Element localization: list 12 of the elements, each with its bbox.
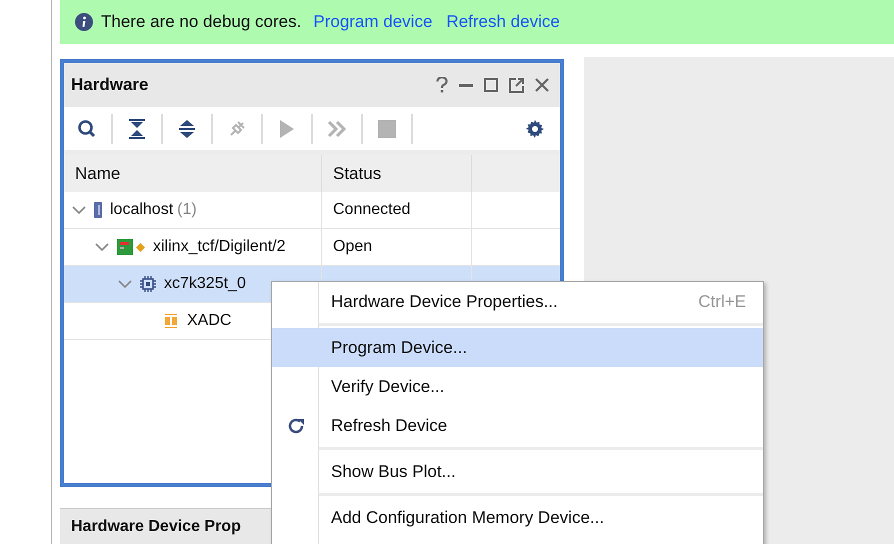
panel-title: Hardware Device Prop: [71, 516, 241, 536]
tree-label: xc7k325t_0: [164, 274, 246, 294]
info-message: There are no debug cores.: [101, 11, 302, 34]
shortcut-text: Ctrl+E: [698, 290, 747, 313]
status-text: Connected: [333, 200, 410, 220]
tree-label: xilinx_tcf/Digilent/2: [153, 237, 286, 257]
tree-label: XADC: [187, 311, 232, 331]
item-count: (1): [177, 200, 197, 220]
menu-label: Hardware Device Properties...: [330, 290, 559, 313]
status-text: Open: [333, 237, 372, 257]
tree-label: localhost: [110, 200, 174, 220]
panel-title: Hardware: [71, 74, 148, 96]
